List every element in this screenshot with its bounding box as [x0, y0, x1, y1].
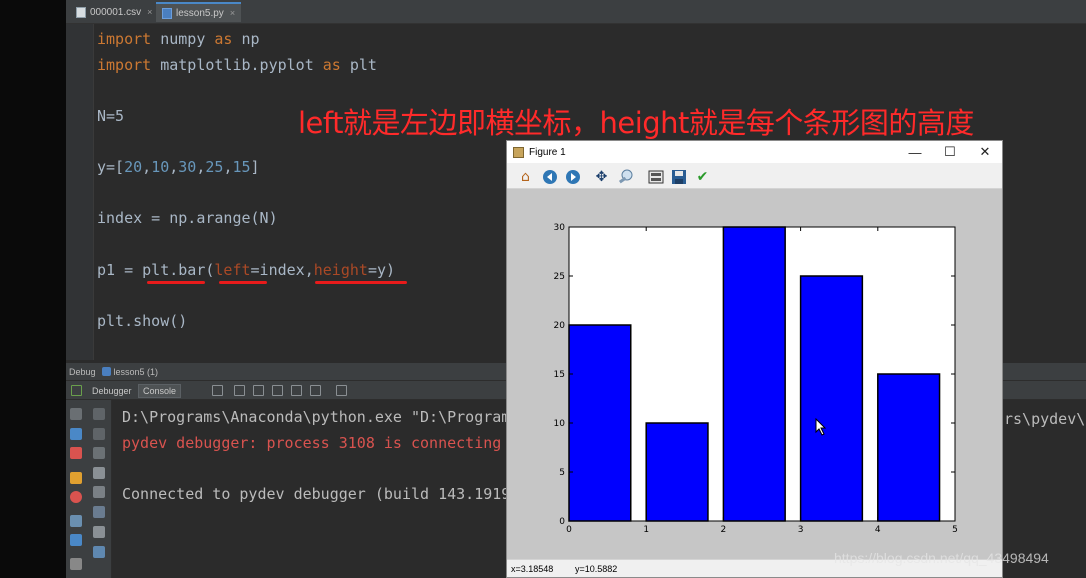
pan-icon[interactable]: ✥	[593, 168, 610, 185]
y-tick-label: 15	[554, 370, 565, 380]
mute-breakpoints-icon[interactable]	[70, 491, 82, 503]
x-tick-label: 4	[875, 525, 881, 535]
close-icon[interactable]: ×	[147, 7, 152, 17]
settings-icon[interactable]	[70, 515, 82, 527]
bar-chart: 0 5 10 15 20 25 30 0 1 2 3 4 5	[554, 223, 958, 535]
cursor-x-readout: x=3.18548	[511, 564, 554, 574]
tab-label: 000001.csv	[90, 6, 142, 18]
bar	[568, 324, 632, 522]
python-run-icon	[101, 367, 111, 376]
code-line: y=[20,10,30,25,15]	[97, 158, 260, 176]
code-line: plt.show()	[97, 312, 188, 330]
x-tick-label: 1	[643, 525, 649, 535]
console-line: pydev debugger: process 3108 is connecti…	[122, 434, 502, 452]
y-tick-label: 30	[554, 223, 566, 233]
edit-axis-icon[interactable]: ✔	[694, 168, 711, 185]
y-tick-label: 20	[554, 321, 566, 331]
close-icon[interactable]: ×	[230, 8, 235, 18]
resume-icon[interactable]	[70, 408, 82, 420]
python-file-icon	[162, 7, 172, 19]
minimize-button[interactable]: —	[900, 143, 930, 161]
pause-icon[interactable]	[70, 428, 82, 440]
left-black-strip	[0, 0, 66, 578]
y-tick-label: 10	[554, 419, 566, 429]
view-breakpoints-icon[interactable]	[70, 472, 82, 484]
step-out-icon[interactable]	[291, 385, 302, 396]
watermark-url: https://blog.csdn.net/qq_43498494	[834, 550, 1049, 566]
y-tick-label: 5	[559, 468, 565, 478]
red-underline-left	[219, 281, 267, 284]
red-annotation-text: left就是左边即横坐标，height就是每个条形图的高度	[298, 106, 974, 140]
forward-icon[interactable]	[564, 168, 581, 185]
clear-all-icon[interactable]	[93, 506, 105, 518]
console-line: D:\Programs\Anaconda\python.exe "D:\Prog…	[122, 408, 529, 426]
step-into-my-code-icon[interactable]	[272, 385, 283, 396]
editor-tab-bar: 000001.csv × lesson5.py ×	[66, 0, 1086, 24]
code-line: import matplotlib.pyplot as plt	[97, 56, 377, 74]
restore-layout-icon[interactable]	[212, 385, 223, 396]
red-underline-plt-bar	[147, 281, 205, 284]
configure-subplots-icon[interactable]	[647, 168, 664, 185]
x-tick-label: 5	[952, 525, 958, 535]
y-tick-label: 0	[559, 517, 565, 527]
rerun-icon[interactable]	[71, 385, 82, 396]
y-tick-label: 25	[554, 272, 565, 282]
figure-title: Figure 1	[529, 146, 566, 158]
save-icon[interactable]	[670, 168, 687, 185]
debug-label: Debug	[69, 366, 96, 377]
matplotlib-figure-window[interactable]: Figure 1 — ☐ ✕ ⌂ ✥ ✔ 0 5 10 15 20 25 30 0 1 2 3 4 5 …	[506, 140, 1003, 578]
scroll-to-end-icon[interactable]	[93, 467, 105, 479]
tab-000001-csv[interactable]: 000001.csv ×	[70, 2, 159, 22]
tab-lesson5-py[interactable]: lesson5.py ×	[156, 2, 242, 22]
gear-icon[interactable]	[70, 534, 82, 546]
up-arrow-icon[interactable]	[93, 408, 105, 420]
csv-file-icon	[76, 6, 86, 18]
code-line: import numpy as np	[97, 30, 260, 48]
step-over-icon[interactable]	[234, 385, 245, 396]
mouse-cursor-icon	[815, 418, 827, 436]
down-arrow-icon[interactable]	[93, 428, 105, 440]
stop-icon[interactable]	[70, 447, 82, 459]
code-line: N=5	[97, 107, 125, 125]
home-icon[interactable]: ⌂	[517, 168, 534, 185]
code-line: index = np.arange(N)	[97, 209, 278, 227]
bar	[722, 226, 786, 522]
x-tick-label: 2	[721, 525, 727, 535]
console-line: Connected to pydev debugger (build 143.1…	[122, 485, 520, 503]
x-tick-label: 0	[566, 525, 572, 535]
figure-canvas[interactable]: 0 5 10 15 20 25 30 0 1 2 3 4 5	[507, 189, 1002, 561]
tab-label: lesson5.py	[176, 7, 224, 19]
figure-app-icon	[513, 146, 524, 158]
red-underline-height	[315, 281, 407, 284]
run-to-cursor-icon[interactable]	[310, 385, 321, 396]
step-into-icon[interactable]	[253, 385, 264, 396]
pin-icon[interactable]	[70, 558, 82, 570]
bar	[645, 422, 709, 522]
tab-debugger[interactable]: Debugger	[88, 384, 136, 398]
print-icon[interactable]	[93, 486, 105, 498]
bar	[799, 275, 864, 522]
attach-icon[interactable]	[93, 546, 105, 558]
console-line-overflow: rs\pydev\p	[1004, 410, 1086, 428]
debug-side-toolbar	[66, 400, 112, 578]
code-line: p1 = plt.bar(left=index,height=y)	[97, 261, 396, 279]
close-button[interactable]: ✕	[970, 143, 1000, 161]
maximize-button[interactable]: ☐	[935, 143, 965, 161]
figure-toolbar: ⌂ ✥ ✔	[507, 163, 1002, 189]
bar	[877, 373, 941, 522]
figure-title-bar[interactable]: Figure 1 — ☐ ✕	[507, 141, 1002, 163]
x-tick-label: 3	[798, 525, 804, 535]
show-console-icon[interactable]	[93, 526, 105, 538]
back-icon[interactable]	[541, 168, 558, 185]
run-config-label[interactable]: lesson5 (1)	[114, 367, 159, 377]
cursor-y-readout: y=10.5882	[575, 564, 618, 574]
evaluate-expression-icon[interactable]	[336, 385, 347, 396]
soft-wrap-icon[interactable]	[93, 447, 105, 459]
zoom-icon[interactable]	[617, 168, 634, 185]
tab-console[interactable]: Console	[138, 384, 182, 398]
